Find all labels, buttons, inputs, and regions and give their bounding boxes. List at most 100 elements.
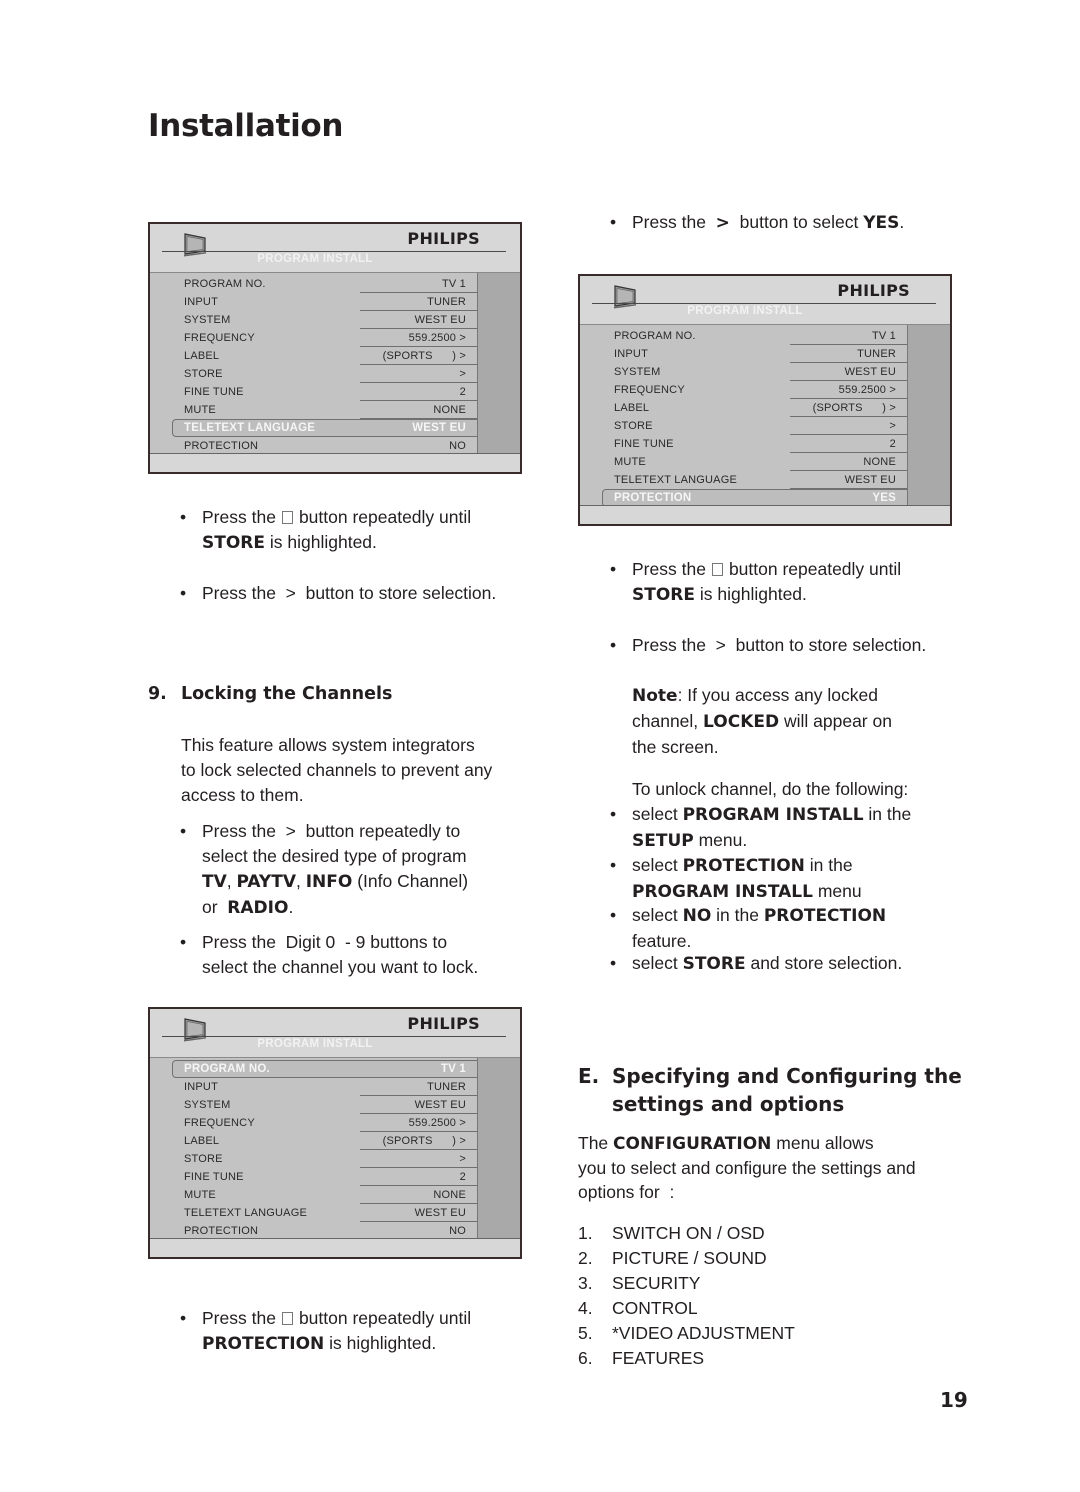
osd-footer <box>580 505 950 524</box>
osd-footer <box>150 1238 520 1257</box>
menu-row-value: YES <box>872 492 896 504</box>
menu-row-program-no[interactable]: PROGRAM NO. TV 1 <box>172 1060 482 1078</box>
menu-row-value: (SPORTS ) > <box>382 1135 466 1147</box>
menu-row-label: FINE TUNE <box>184 386 244 398</box>
menu-row-value: TUNER <box>857 348 896 360</box>
down-button-icon <box>281 511 293 524</box>
instruction-store-selection: • Press the > button to store selection. <box>180 581 560 607</box>
menu-row-label: FREQUENCY <box>184 1117 255 1129</box>
menu-row-frequency[interactable]: FREQUENCY 559.2500 > <box>614 381 912 399</box>
menu-row-value: > <box>459 1153 466 1165</box>
menu-row-value: TUNER <box>427 1081 466 1093</box>
section-e-letter: E. <box>578 1064 600 1088</box>
osd-menu-program-install: PHILIPS PROGRAM INSTALL PROGRAM NO. TV 1 I… <box>148 222 522 474</box>
unlock-intro: To unlock channel, do the following: <box>632 779 909 799</box>
menu-row-label[interactable]: LABEL (SPORTS ) > <box>184 347 482 365</box>
menu-row-frequency[interactable]: FREQUENCY 559.2500 > <box>184 329 482 347</box>
menu-row-store[interactable]: STORE > <box>184 365 482 383</box>
menu-row-fine-tune[interactable]: FINE TUNE 2 <box>184 1168 482 1186</box>
menu-row-value: WEST EU <box>414 1099 466 1111</box>
option-item: 2. PICTURE / SOUND <box>578 1248 767 1268</box>
header-divider <box>592 303 936 304</box>
down-button-icon <box>711 563 723 576</box>
menu-row-teletext-language[interactable]: TELETEXT LANGUAGE WEST EU <box>184 1204 482 1222</box>
menu-row-label: MUTE <box>614 456 646 468</box>
menu-row-label: MUTE <box>184 404 216 416</box>
menu-row-system[interactable]: SYSTEM WEST EU <box>614 363 912 381</box>
menu-row-label: PROGRAM NO. <box>184 278 266 290</box>
menu-scroll-area <box>907 325 950 509</box>
menu-row-system[interactable]: SYSTEM WEST EU <box>184 1096 482 1114</box>
menu-row-value: TV 1 <box>440 1063 466 1075</box>
philips-logo: PHILIPS <box>407 1014 480 1033</box>
menu-row-store[interactable]: STORE > <box>184 1150 482 1168</box>
menu-row-value: TV 1 <box>441 278 466 290</box>
bullet: • <box>610 855 617 875</box>
menu-row-program-no[interactable]: PROGRAM NO. TV 1 <box>614 327 912 345</box>
menu-row-label: PROTECTION <box>614 492 692 504</box>
option-item: 4. CONTROL <box>578 1298 698 1318</box>
menu-row-value: 2 <box>459 1171 466 1183</box>
menu-row-input[interactable]: INPUT TUNER <box>614 345 912 363</box>
menu-row-value: (SPORTS ) > <box>382 350 466 362</box>
menu-row-label: FREQUENCY <box>184 332 255 344</box>
bullet: • <box>180 932 187 952</box>
bullet: • <box>610 635 617 655</box>
menu-row-label: LABEL <box>184 1135 220 1147</box>
option-item: 3. SECURITY <box>578 1273 701 1293</box>
menu-row-label: INPUT <box>184 296 218 308</box>
menu-row-label: PROGRAM NO. <box>614 330 696 342</box>
menu-title: PROGRAM INSTALL <box>257 253 373 265</box>
menu-row-label: PROTECTION <box>184 1225 259 1237</box>
menu-row-fine-tune[interactable]: FINE TUNE 2 <box>184 383 482 401</box>
header-divider <box>162 251 506 252</box>
menu-row-label: TELETEXT LANGUAGE <box>184 1207 308 1219</box>
section-e-heading: Specifying and Configuring the settings … <box>612 1064 962 1116</box>
osd-menu-program-install: PHILIPS PROGRAM INSTALL PROGRAM NO. TV 1 I… <box>578 274 952 526</box>
menu-row-label: PROGRAM NO. <box>184 1063 270 1075</box>
menu-row-value: TUNER <box>427 296 466 308</box>
menu-row-value: WEST EU <box>412 422 466 434</box>
bullet: • <box>180 583 187 603</box>
menu-row-mute[interactable]: MUTE NONE <box>614 453 912 471</box>
menu-scroll-area <box>477 273 520 457</box>
menu-row-value: > <box>459 368 466 380</box>
instruction-store-selection-2: • Press the > button to store selection. <box>610 633 990 659</box>
menu-row-frequency[interactable]: FREQUENCY 559.2500 > <box>184 1114 482 1132</box>
menu-row-store[interactable]: STORE > <box>614 417 912 435</box>
instruction-store-highlight-2: • Press the button repeatedly until STORE… <box>610 559 902 605</box>
menu-row-value: WEST EU <box>414 1207 466 1219</box>
menu-row-label: LABEL <box>614 402 650 414</box>
menu-row-value: WEST EU <box>844 474 896 486</box>
section-e-intro: The CONFIGURATION menu allows you to sel… <box>578 1133 916 1202</box>
bullet: • <box>180 821 187 841</box>
menu-row-label: INPUT <box>184 1081 218 1093</box>
instruction-digit-buttons: • Press the Digit 0 - 9 buttons to selec… <box>180 932 479 977</box>
menu-row-program-no[interactable]: PROGRAM NO. TV 1 <box>184 275 482 293</box>
menu-row-teletext-language[interactable]: TELETEXT LANGUAGE WEST EU <box>614 471 912 489</box>
unlock-step-3: • select NO in the PROTECTION feature. <box>610 905 887 951</box>
bullet: • <box>610 905 617 925</box>
menu-row-value: NONE <box>433 1189 466 1201</box>
menu-row-mute[interactable]: MUTE NONE <box>184 401 482 419</box>
menu-row-system[interactable]: SYSTEM WEST EU <box>184 311 482 329</box>
section-9-number: 9. <box>148 684 167 704</box>
menu-row-label[interactable]: LABEL (SPORTS ) > <box>614 399 912 417</box>
menu-row-label: STORE <box>184 1153 223 1165</box>
option-item: 1. SWITCH ON / OSD <box>578 1223 765 1243</box>
menu-row-label: PROTECTION <box>184 440 259 452</box>
section-9-heading: Locking the Channels <box>181 684 393 704</box>
bullet: • <box>180 1308 187 1328</box>
menu-row-input[interactable]: INPUT TUNER <box>184 1078 482 1096</box>
menu-row-teletext-language[interactable]: TELETEXT LANGUAGE WEST EU <box>172 419 482 437</box>
menu-row-input[interactable]: INPUT TUNER <box>184 293 482 311</box>
menu-row-fine-tune[interactable]: FINE TUNE 2 <box>614 435 912 453</box>
menu-row-mute[interactable]: MUTE NONE <box>184 1186 482 1204</box>
header-divider <box>162 1036 506 1037</box>
unlock-step-1: • select PROGRAM INSTALL in the SETUP me… <box>610 804 912 851</box>
instruction-store-highlight: • Press the button repeatedly until STORE… <box>180 507 472 553</box>
menu-row-label: FINE TUNE <box>184 1171 244 1183</box>
down-button-icon <box>281 1312 293 1325</box>
menu-row-value: TV 1 <box>871 330 896 342</box>
menu-row-label[interactable]: LABEL (SPORTS ) > <box>184 1132 482 1150</box>
